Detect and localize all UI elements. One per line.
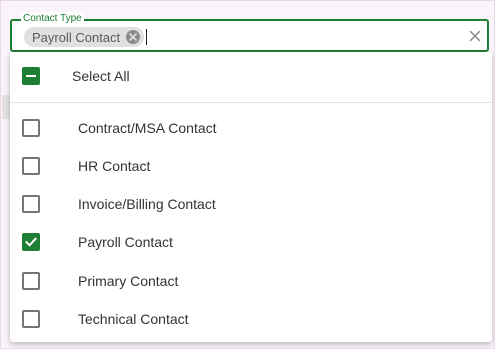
option-label: HR Contact: [78, 158, 151, 174]
selected-chip: Payroll Contact: [24, 27, 145, 47]
select-all-option[interactable]: Select All: [10, 57, 492, 95]
option-label: Contract/MSA Contact: [78, 120, 217, 136]
minus-icon: [26, 75, 36, 77]
option-checkbox[interactable]: [22, 119, 40, 137]
option-invoice-billing-contact[interactable]: Invoice/Billing Contact: [10, 185, 492, 223]
option-technical-contact[interactable]: Technical Contact: [10, 300, 492, 338]
option-primary-contact[interactable]: Primary Contact: [10, 262, 492, 300]
option-label: Primary Contact: [78, 273, 179, 289]
contact-type-dropdown: Select All Contract/MSA Contact HR Conta…: [10, 52, 492, 342]
check-icon: [25, 237, 37, 247]
option-contract-msa-contact[interactable]: Contract/MSA Contact: [10, 109, 492, 147]
field-label: Contact Type: [21, 12, 84, 26]
select-all-checkbox[interactable]: [22, 67, 40, 85]
option-payroll-contact[interactable]: Payroll Contact: [10, 223, 492, 261]
clear-icon[interactable]: [469, 30, 481, 42]
option-checkbox[interactable]: [22, 195, 40, 213]
option-checkbox[interactable]: [22, 310, 40, 328]
text-cursor: [146, 29, 147, 45]
option-hr-contact[interactable]: HR Contact: [10, 147, 492, 185]
option-checkbox[interactable]: [22, 272, 40, 290]
chip-label: Payroll Contact: [32, 29, 121, 45]
option-checkbox[interactable]: [22, 157, 40, 175]
background-panel-edge: [2, 95, 10, 119]
select-all-label: Select All: [72, 68, 130, 84]
option-label: Technical Contact: [78, 311, 189, 327]
option-label: Invoice/Billing Contact: [78, 196, 216, 212]
chip-remove-icon[interactable]: [126, 30, 141, 44]
option-checkbox[interactable]: [22, 233, 40, 251]
contact-type-field[interactable]: Contact Type Payroll Contact: [10, 12, 489, 52]
divider: [10, 102, 492, 103]
option-label: Payroll Contact: [78, 234, 173, 250]
